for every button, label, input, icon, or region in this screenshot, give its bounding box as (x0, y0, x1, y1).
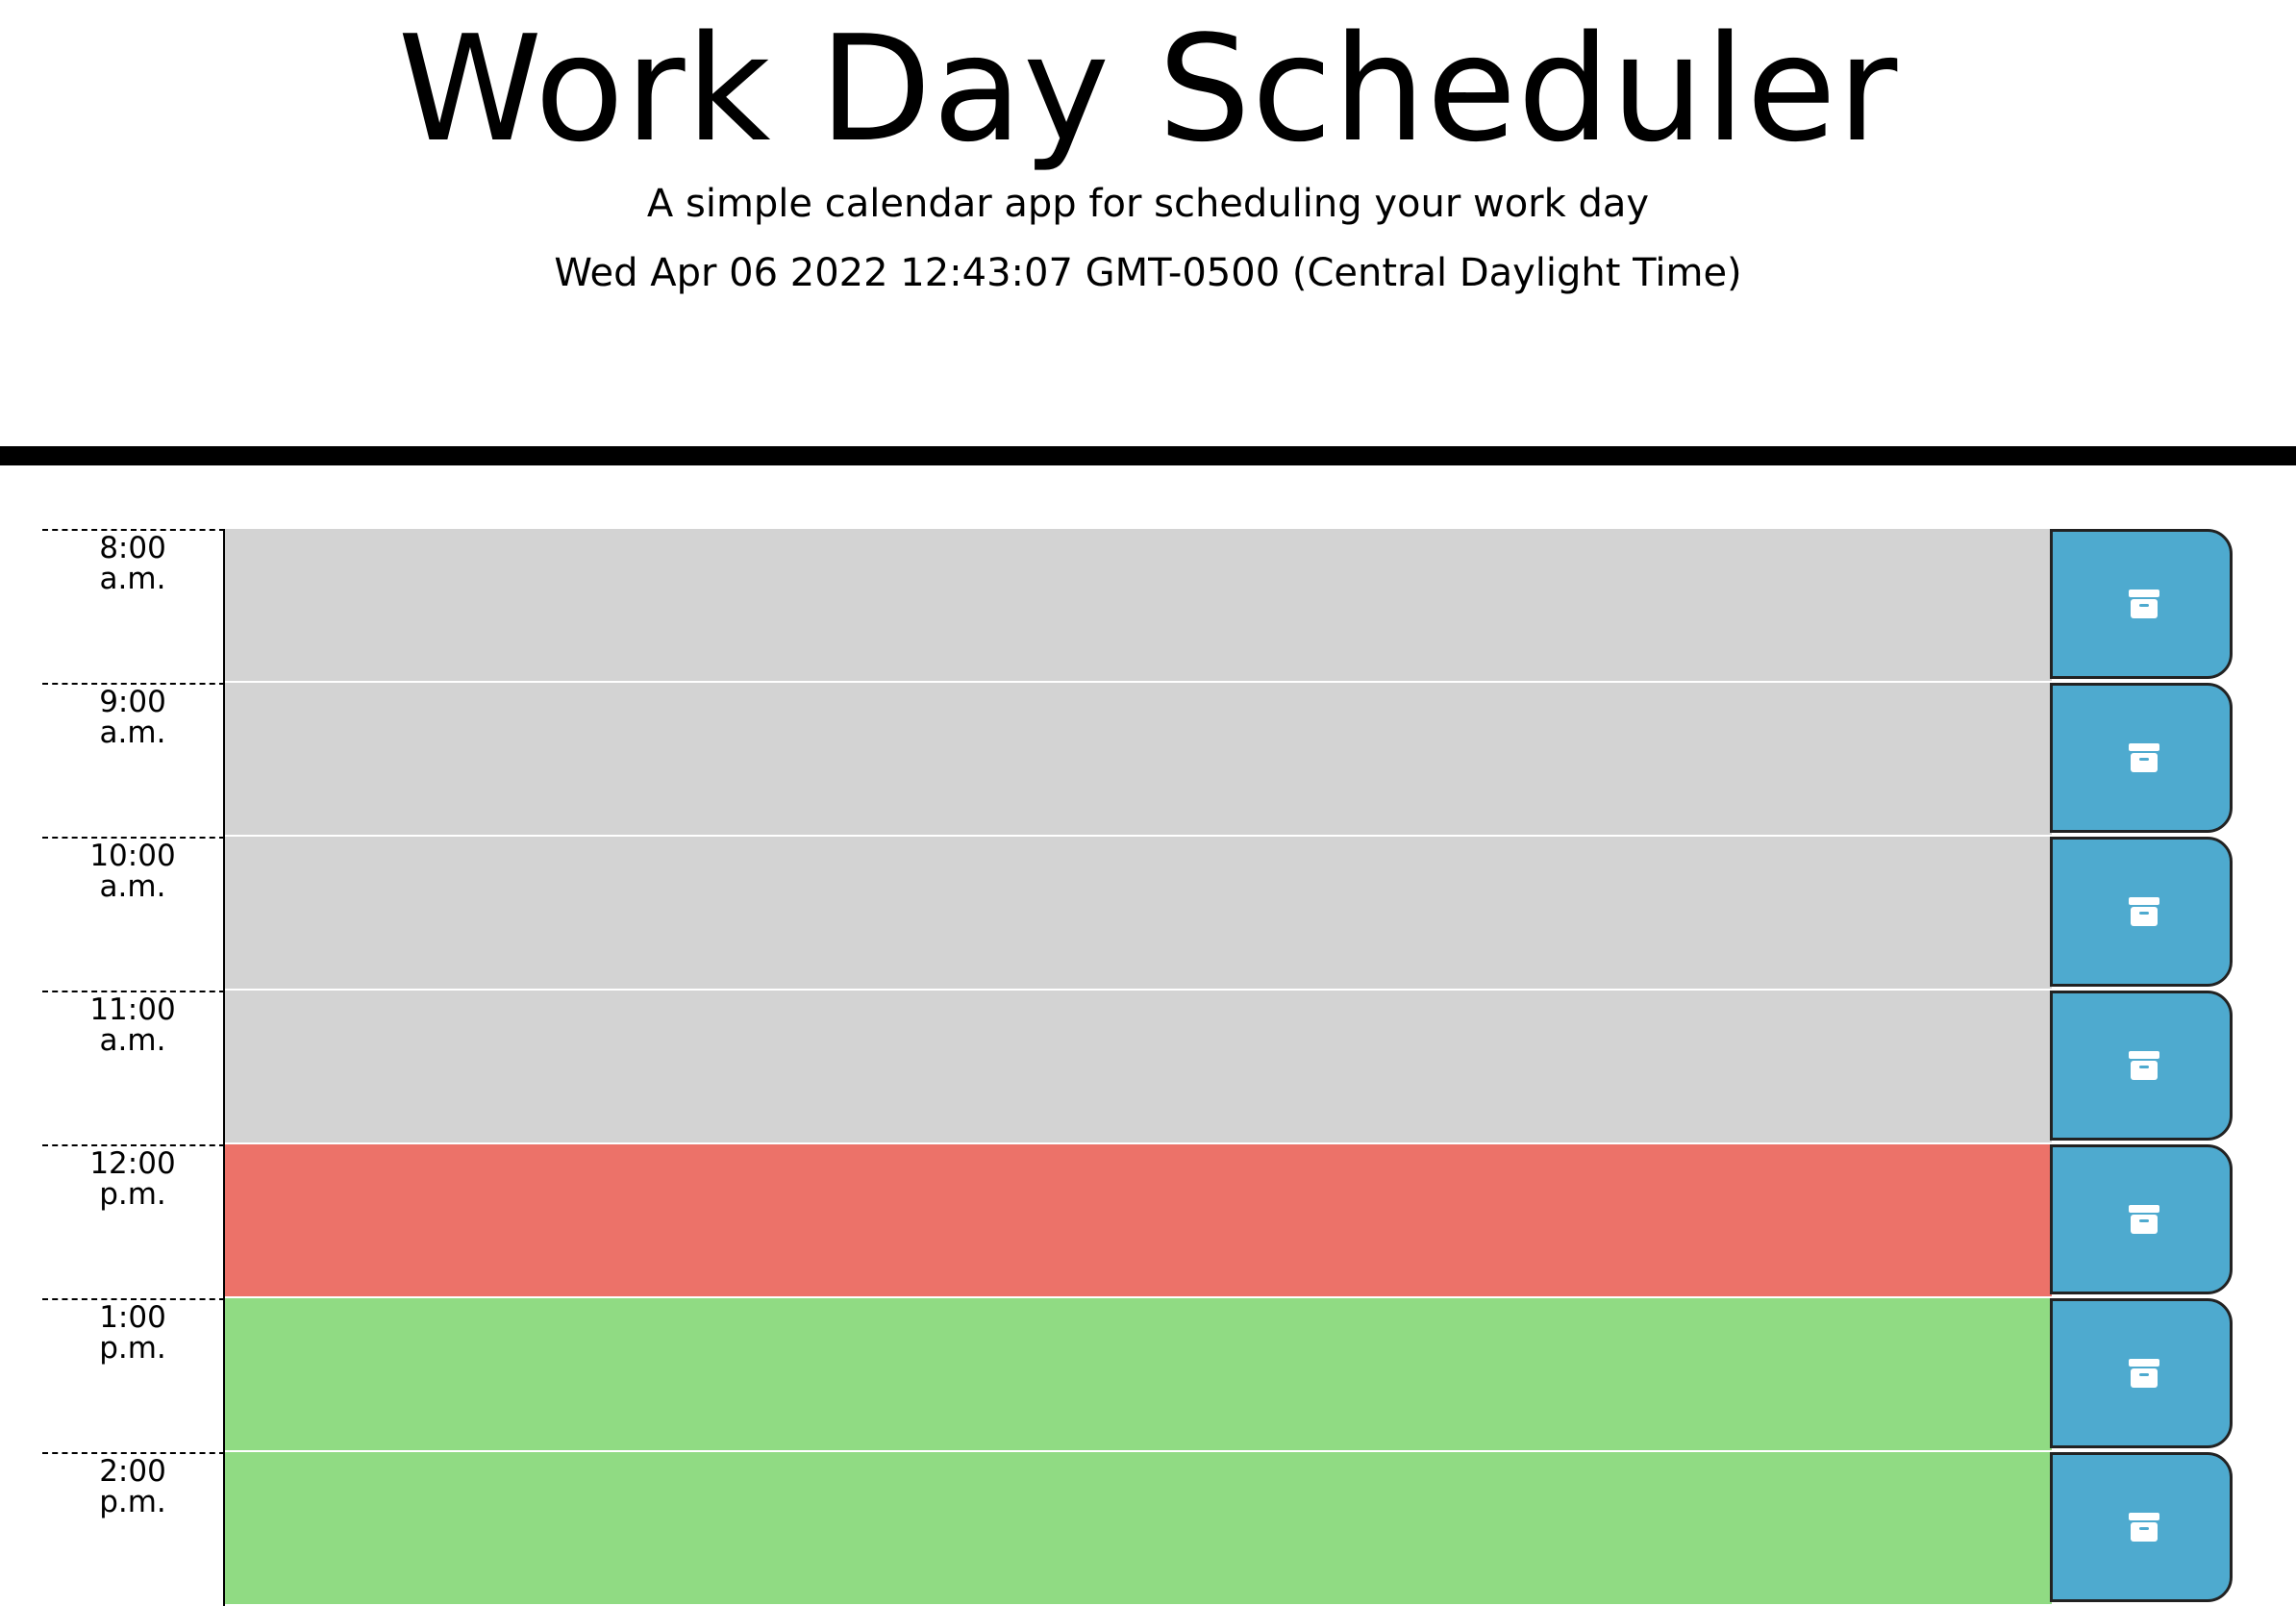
current-datetime: Wed Apr 06 2022 12:43:07 GMT-0500 (Centr… (554, 251, 1742, 295)
save-button[interactable] (2050, 837, 2233, 987)
event-description-input[interactable] (225, 837, 2052, 991)
save-button[interactable] (2050, 529, 2233, 679)
time-block-row: 10:00 a.m. (0, 837, 2296, 991)
page-header: Work Day Scheduler A simple calendar app… (0, 0, 2296, 446)
time-block-row: 8:00 a.m. (0, 529, 2296, 683)
time-block-row: 12:00 p.m. (0, 1144, 2296, 1298)
hour-period: a.m. (99, 562, 166, 596)
hour-period: a.m. (99, 869, 166, 904)
hour-label: 2:00 p.m. (42, 1452, 225, 1606)
archive-icon (2129, 897, 2159, 926)
time-block-row: 2:00 p.m. (0, 1452, 2296, 1606)
hour-time: 8:00 (99, 531, 166, 565)
save-button[interactable] (2050, 991, 2233, 1141)
time-block-row: 1:00 p.m. (0, 1298, 2296, 1452)
hour-period: a.m. (99, 715, 166, 750)
hour-time: 12:00 (89, 1146, 176, 1181)
hour-period: a.m. (99, 1023, 166, 1058)
time-block-row: 11:00 a.m. (0, 991, 2296, 1144)
time-block-row: 9:00 a.m. (0, 683, 2296, 837)
hour-period: p.m. (99, 1331, 166, 1366)
page-title: Work Day Scheduler (397, 4, 1899, 174)
save-button[interactable] (2050, 1298, 2233, 1448)
hour-label: 11:00 a.m. (42, 991, 225, 1144)
hour-label: 10:00 a.m. (42, 837, 225, 991)
event-description-input[interactable] (225, 1452, 2052, 1606)
event-description-input[interactable] (225, 991, 2052, 1144)
archive-icon (2129, 1359, 2159, 1388)
hour-period: p.m. (99, 1485, 166, 1519)
event-description-input[interactable] (225, 683, 2052, 837)
hour-time: 2:00 (99, 1454, 166, 1489)
hour-time: 11:00 (89, 992, 176, 1027)
hour-label: 9:00 a.m. (42, 683, 225, 837)
hour-time: 10:00 (89, 839, 176, 873)
event-description-input[interactable] (225, 1144, 2052, 1298)
save-button[interactable] (2050, 1144, 2233, 1294)
archive-icon (2129, 1205, 2159, 1234)
hour-time: 1:00 (99, 1300, 166, 1335)
archive-icon (2129, 590, 2159, 618)
archive-icon (2129, 743, 2159, 772)
hour-label: 12:00 p.m. (42, 1144, 225, 1298)
hour-period: p.m. (99, 1177, 166, 1212)
save-button[interactable] (2050, 1452, 2233, 1602)
hour-label: 8:00 a.m. (42, 529, 225, 683)
archive-icon (2129, 1513, 2159, 1542)
archive-icon (2129, 1051, 2159, 1080)
hour-time: 9:00 (99, 685, 166, 719)
hour-label: 1:00 p.m. (42, 1298, 225, 1452)
event-description-input[interactable] (225, 1298, 2052, 1452)
header-divider (0, 446, 2296, 465)
save-button[interactable] (2050, 683, 2233, 833)
page-subtitle: A simple calendar app for scheduling you… (646, 182, 1650, 226)
event-description-input[interactable] (225, 529, 2052, 683)
